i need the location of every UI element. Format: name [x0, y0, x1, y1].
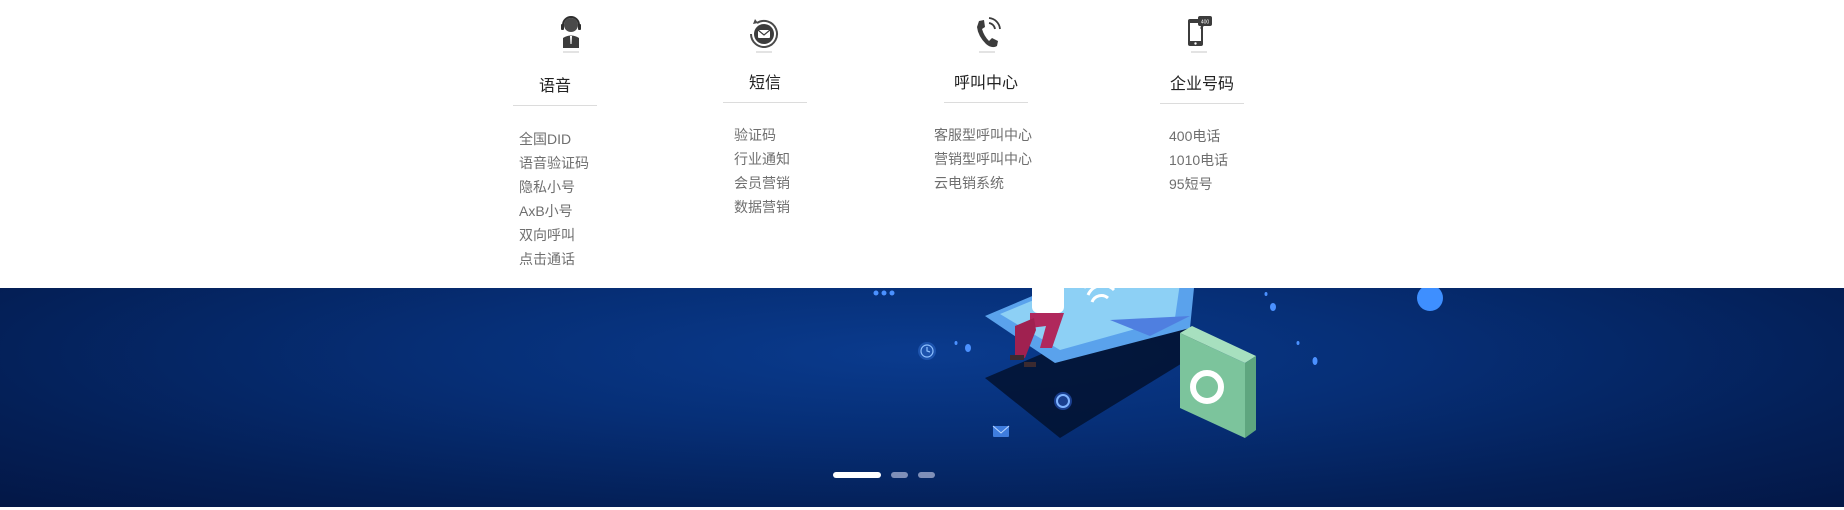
menu-list-call-center: 客服型呼叫中心 营销型呼叫中心 云电销系统	[934, 123, 1032, 195]
sms-envelope-icon	[750, 19, 778, 53]
menu-title-call-center[interactable]: 呼叫中心	[944, 73, 1028, 103]
menu-item-industry-notice[interactable]: 行业通知	[734, 147, 790, 171]
menu-item-privacy-number[interactable]: 隐私小号	[519, 175, 589, 199]
menu-item-voice-code[interactable]: 语音验证码	[519, 151, 589, 175]
menu-item-1010-phone[interactable]: 1010电话	[1169, 148, 1228, 172]
phone-call-icon	[977, 17, 1001, 53]
hero-banner	[0, 288, 1844, 507]
menu-list-sms: 验证码 行业通知 会员营销 数据营销	[734, 123, 790, 219]
carousel-dot-1[interactable]	[833, 472, 881, 478]
menu-title-sms[interactable]: 短信	[723, 73, 807, 103]
menu-title-voice[interactable]: 语音	[513, 76, 597, 106]
menu-item-service-call-center[interactable]: 客服型呼叫中心	[934, 123, 1032, 147]
menu-list-voice: 全国DID 语音验证码 隐私小号 AxB小号 双向呼叫 点击通话	[519, 127, 589, 271]
menu-list-enterprise-number: 400电话 1010电话 95短号	[1169, 124, 1228, 196]
menu-item-member-marketing[interactable]: 会员营销	[734, 171, 790, 195]
menu-item-two-way-call[interactable]: 双向呼叫	[519, 223, 589, 247]
product-dropdown-menu: 语音 全国DID 语音验证码 隐私小号 AxB小号 双向呼叫 点击通话 短信 验…	[0, 0, 1844, 288]
menu-item-data-marketing[interactable]: 数据营销	[734, 195, 790, 219]
svg-text:400: 400	[1201, 20, 1210, 26]
menu-item-marketing-call-center[interactable]: 营销型呼叫中心	[934, 147, 1032, 171]
menu-item-400-phone[interactable]: 400电话	[1169, 124, 1228, 148]
menu-item-95-short-number[interactable]: 95短号	[1169, 172, 1228, 196]
mobile-number-icon: 400	[1188, 16, 1212, 53]
menu-title-enterprise-number[interactable]: 企业号码	[1160, 74, 1244, 104]
menu-item-axb-number[interactable]: AxB小号	[519, 199, 589, 223]
menu-item-verification-code[interactable]: 验证码	[734, 123, 790, 147]
carousel-dot-2[interactable]	[891, 472, 908, 478]
person-figure	[1032, 288, 1064, 313]
floating-orb	[1417, 288, 1443, 311]
carousel-dot-3[interactable]	[918, 472, 935, 478]
customer-service-icon	[561, 16, 581, 53]
menu-item-did[interactable]: 全国DID	[519, 127, 589, 151]
menu-item-cloud-telesales[interactable]: 云电销系统	[934, 171, 1032, 195]
menu-item-click-to-call[interactable]: 点击通话	[519, 247, 589, 271]
